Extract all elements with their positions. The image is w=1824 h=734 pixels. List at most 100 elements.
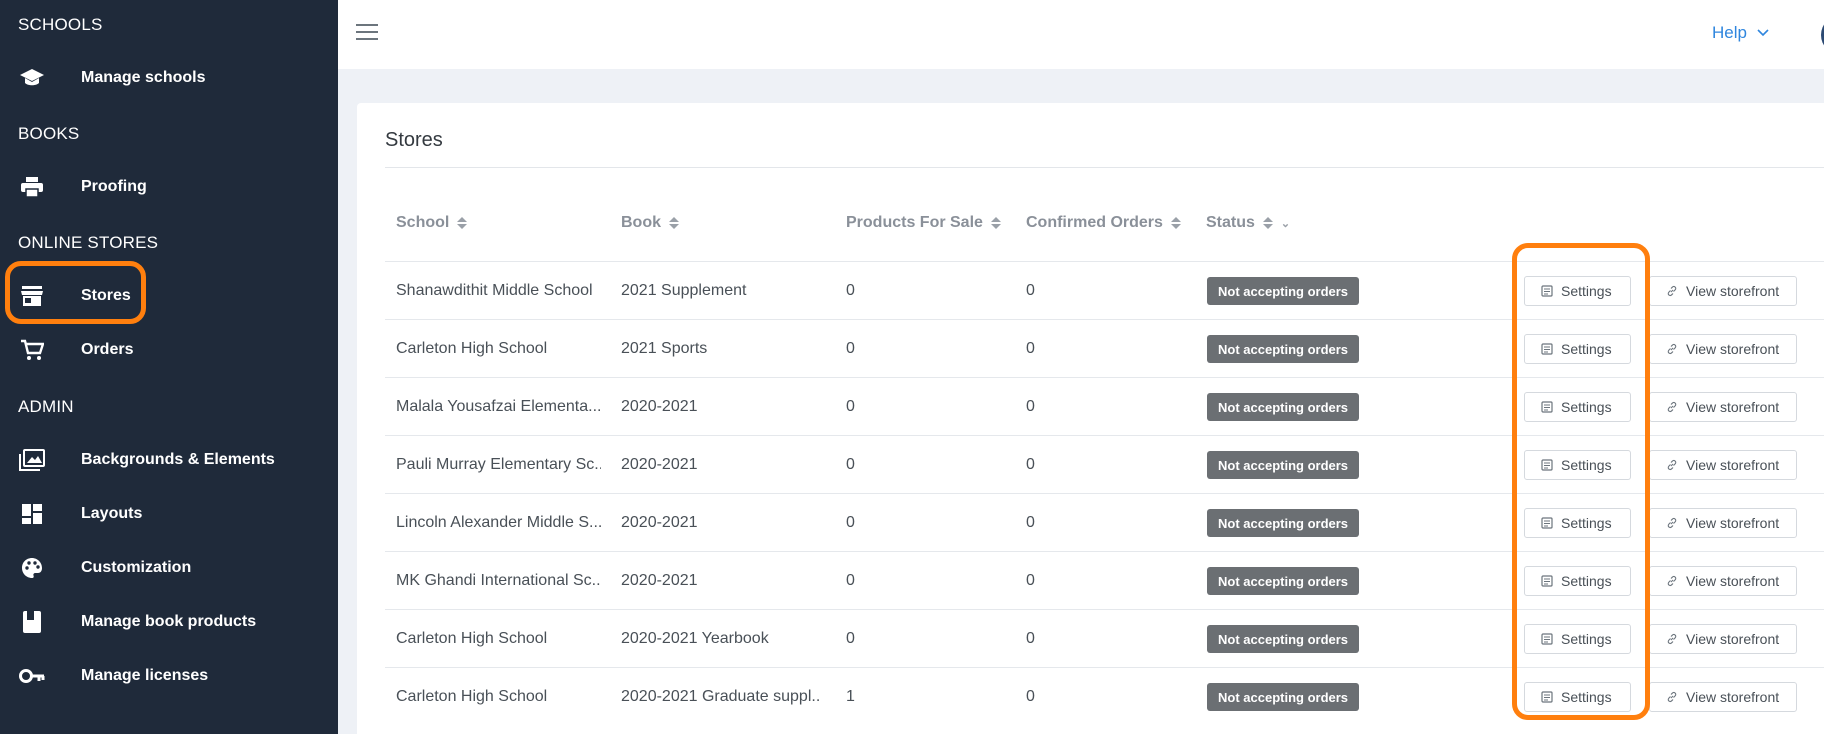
sidebar-item-label: Customization: [81, 559, 192, 576]
school-cell: Shanawdithit Middle School: [396, 282, 593, 299]
school-cell: MK Ghandi International Sc...: [396, 572, 601, 589]
stores-card: Stores School Book Products For Sale Con…: [357, 103, 1824, 734]
view-storefront-label: View storefront: [1686, 689, 1780, 705]
orders-cell: 0: [1026, 398, 1035, 415]
help-label: Help: [1712, 23, 1747, 42]
settings-doc-icon: [1541, 285, 1553, 297]
sidebar-item-manage-schools[interactable]: Manage schools: [0, 53, 338, 103]
settings-button[interactable]: Settings: [1524, 334, 1631, 364]
sort-icon: [990, 217, 1001, 229]
sidebar-item-layouts[interactable]: Layouts: [0, 489, 338, 539]
link-icon: [1667, 402, 1677, 412]
help-menu[interactable]: Help: [1712, 23, 1769, 43]
settings-doc-icon: [1541, 575, 1553, 587]
view-storefront-label: View storefront: [1686, 283, 1780, 299]
view-storefront-button[interactable]: View storefront: [1649, 276, 1797, 306]
column-header-products[interactable]: Products For Sale: [846, 214, 1001, 232]
book-cell: 2020-2021 Yearbook: [621, 630, 769, 647]
menu-icon[interactable]: [356, 24, 378, 42]
table-row: Lincoln Alexander Middle S... 2020-2021 …: [385, 493, 1824, 551]
settings-button[interactable]: Settings: [1524, 392, 1631, 422]
key-icon: [18, 662, 46, 690]
settings-label: Settings: [1561, 399, 1612, 415]
book-cell: 2020-2021: [621, 456, 698, 473]
sidebar-item-label: Proofing: [81, 178, 147, 195]
view-storefront-button[interactable]: View storefront: [1649, 624, 1797, 654]
images-icon: [18, 446, 46, 474]
view-storefront-label: View storefront: [1686, 341, 1780, 357]
status-badge: Not accepting orders: [1207, 277, 1360, 305]
products-cell: 0: [846, 630, 855, 647]
sidebar-item-stores[interactable]: Stores: [0, 271, 338, 321]
view-storefront-label: View storefront: [1686, 457, 1780, 473]
view-storefront-button[interactable]: View storefront: [1649, 450, 1797, 480]
products-cell: 1: [846, 688, 855, 705]
sidebar-item-label: Stores: [81, 287, 131, 304]
view-storefront-label: View storefront: [1686, 515, 1780, 531]
settings-button[interactable]: Settings: [1524, 450, 1631, 480]
view-storefront-label: View storefront: [1686, 631, 1780, 647]
store-icon: [18, 282, 46, 310]
view-storefront-label: View storefront: [1686, 573, 1780, 589]
sidebar-item-label: Layouts: [81, 505, 143, 522]
sidebar-item-label: Manage licenses: [81, 667, 209, 684]
settings-label: Settings: [1561, 573, 1612, 589]
view-storefront-button[interactable]: View storefront: [1649, 508, 1797, 538]
sort-icon: [1170, 217, 1181, 229]
status-badge: Not accepting orders: [1207, 567, 1360, 595]
sidebar-item-manage-book-products[interactable]: Manage book products: [0, 597, 338, 647]
header-label: Book: [621, 214, 661, 231]
settings-doc-icon: [1541, 401, 1553, 413]
status-badge: Not accepting orders: [1207, 393, 1360, 421]
column-header-school[interactable]: School: [396, 214, 468, 232]
section-title-online-stores: ONLINE STORES: [18, 233, 159, 252]
sidebar: SCHOOLS Manage schools BOOKS Proofing ON…: [0, 0, 338, 734]
settings-label: Settings: [1561, 283, 1612, 299]
orders-cell: 0: [1026, 340, 1035, 357]
settings-button[interactable]: Settings: [1524, 508, 1631, 538]
column-header-status[interactable]: Status ⌄: [1206, 214, 1290, 232]
table-row: MK Ghandi International Sc... 2020-2021 …: [385, 551, 1824, 609]
school-cell: Lincoln Alexander Middle S...: [396, 514, 601, 531]
orders-cell: 0: [1026, 572, 1035, 589]
sidebar-item-backgrounds[interactable]: Backgrounds & Elements: [0, 435, 338, 485]
view-storefront-button[interactable]: View storefront: [1649, 566, 1797, 596]
printer-icon: [18, 173, 46, 201]
settings-button[interactable]: Settings: [1524, 624, 1631, 654]
header-label: Confirmed Orders: [1026, 214, 1163, 231]
link-icon: [1667, 460, 1677, 470]
column-header-book[interactable]: Book: [621, 214, 679, 232]
column-header-orders[interactable]: Confirmed Orders: [1026, 214, 1181, 232]
layouts-icon: [18, 500, 46, 528]
settings-button[interactable]: Settings: [1524, 566, 1631, 596]
school-cell: Carleton High School: [396, 340, 548, 357]
link-icon: [1667, 518, 1677, 528]
view-storefront-button[interactable]: View storefront: [1649, 682, 1797, 712]
book-icon: [18, 608, 46, 636]
table-row: Pauli Murray Elementary Sc... 2020-2021 …: [385, 435, 1824, 493]
book-cell: 2020-2021: [621, 398, 698, 415]
sidebar-item-proofing[interactable]: Proofing: [0, 162, 338, 212]
products-cell: 0: [846, 572, 855, 589]
link-icon: [1667, 634, 1677, 644]
filter-chevron-icon[interactable]: ⌄: [1281, 217, 1290, 230]
section-title-books: BOOKS: [18, 124, 80, 143]
settings-button[interactable]: Settings: [1524, 682, 1631, 712]
status-badge: Not accepting orders: [1207, 625, 1360, 653]
settings-doc-icon: [1541, 459, 1553, 471]
header-label: Status: [1206, 214, 1255, 231]
sidebar-item-orders[interactable]: Orders: [0, 325, 338, 375]
graduation-cap-icon: [18, 64, 46, 92]
view-storefront-button[interactable]: View storefront: [1649, 334, 1797, 364]
school-cell: Pauli Murray Elementary Sc...: [396, 456, 601, 473]
sidebar-item-manage-licenses[interactable]: Manage licenses: [0, 651, 338, 701]
settings-button[interactable]: Settings: [1524, 276, 1631, 306]
status-badge: Not accepting orders: [1207, 509, 1360, 537]
view-storefront-button[interactable]: View storefront: [1649, 392, 1797, 422]
link-icon: [1667, 286, 1677, 296]
section-title-schools: SCHOOLS: [18, 15, 103, 34]
sidebar-item-customization[interactable]: Customization: [0, 543, 338, 593]
settings-label: Settings: [1561, 457, 1612, 473]
status-badge: Not accepting orders: [1207, 451, 1360, 479]
school-cell: Malala Yousafzai Elementa...: [396, 398, 601, 415]
